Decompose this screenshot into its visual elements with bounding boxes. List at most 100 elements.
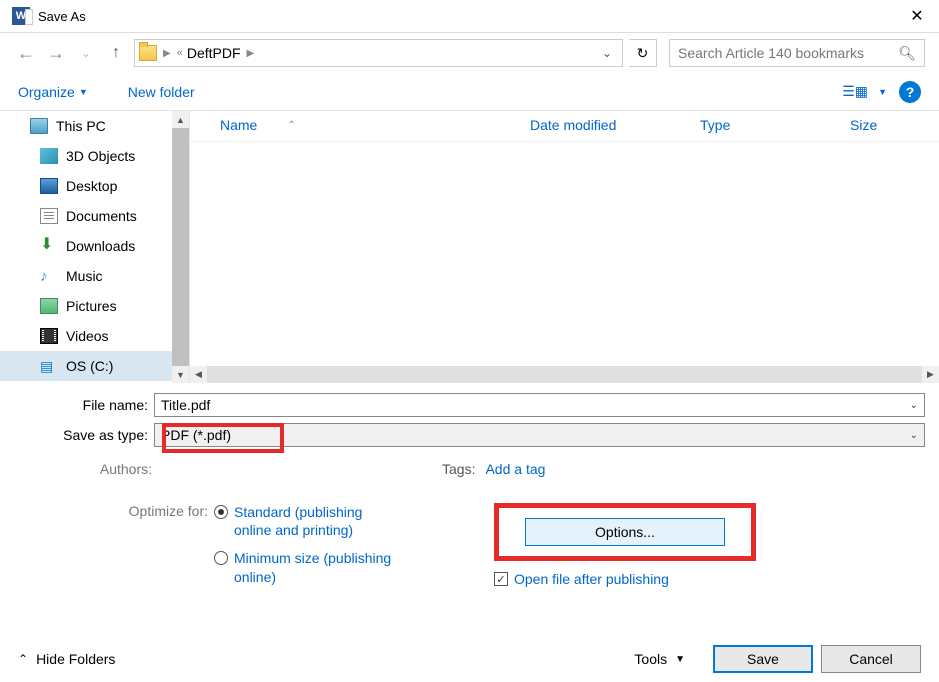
drive-icon: ▤ xyxy=(40,358,58,374)
titlebar: W Save As ✕ xyxy=(0,0,939,33)
downloads-icon: ⬇ xyxy=(40,238,58,254)
chevron-right-icon: ▶ xyxy=(245,48,257,59)
saveastype-label: Save as type: xyxy=(14,427,154,443)
saveastype-select[interactable]: PDF (*.pdf) ⌄ xyxy=(154,423,925,447)
sidebar-item-label: Desktop xyxy=(66,178,117,194)
dialog-title: Save As xyxy=(38,9,86,24)
navigation-bar: ← → ⌄ ↑ ▶ « DeftPDF ▶ ⌄ ↻ Search Article… xyxy=(0,33,939,73)
sidebar-item-label: Downloads xyxy=(66,238,135,254)
sidebar-item-desktop[interactable]: Desktop xyxy=(0,171,189,201)
column-name[interactable]: Name⌃ xyxy=(220,117,530,133)
scroll-up-button[interactable]: ▲ xyxy=(172,111,189,128)
sidebar-item-label: This PC xyxy=(56,118,106,134)
radio-minimum[interactable]: Minimum size (publishing online) xyxy=(214,549,394,585)
options-button[interactable]: Options... xyxy=(525,518,725,546)
file-list-header: Name⌃ Date modified Type Size xyxy=(190,111,939,142)
filename-input[interactable]: Title.pdf ⌄ xyxy=(154,393,925,417)
hide-folders-button[interactable]: ⌃ Hide Folders xyxy=(18,651,115,667)
cancel-button[interactable]: Cancel xyxy=(821,645,921,673)
sidebar-scrollbar[interactable]: ▲ ▼ xyxy=(172,111,189,383)
radio-standard[interactable]: Standard (publishing online and printing… xyxy=(214,503,394,539)
optimize-radio-group: Standard (publishing online and printing… xyxy=(214,503,394,587)
chevron-up-icon: ⌃ xyxy=(18,652,28,666)
sidebar-item-documents[interactable]: Documents xyxy=(0,201,189,231)
back-button[interactable]: ← xyxy=(14,43,38,64)
radio-label: Standard (publishing online and printing… xyxy=(234,503,394,539)
saveastype-value: PDF (*.pdf) xyxy=(161,427,231,443)
filename-row: File name: Title.pdf ⌄ xyxy=(14,393,925,417)
file-list: Name⌃ Date modified Type Size ◀ ▶ xyxy=(190,111,939,383)
pc-icon xyxy=(30,118,48,134)
form-area: File name: Title.pdf ⌄ Save as type: PDF… xyxy=(0,383,939,587)
checkbox-label: Open file after publishing xyxy=(514,571,669,587)
column-size[interactable]: Size xyxy=(850,117,877,133)
footer: ⌃ Hide Folders Tools ▼ Save Cancel xyxy=(0,636,939,682)
view-options-button[interactable]: ☰▦ xyxy=(844,83,866,101)
sort-caret-icon: ⌃ xyxy=(287,120,295,131)
sidebar-item-label: Pictures xyxy=(66,298,117,314)
radio-icon xyxy=(214,505,228,519)
sidebar-item-this-pc[interactable]: This PC xyxy=(0,111,189,141)
scroll-left-button[interactable]: ◀ xyxy=(190,366,207,383)
tools-menu[interactable]: Tools ▼ xyxy=(634,651,685,667)
breadcrumb-item[interactable]: DeftPDF xyxy=(187,45,241,61)
folder-icon xyxy=(139,45,157,61)
sidebar-item-3d-objects[interactable]: 3D Objects xyxy=(0,141,189,171)
column-date[interactable]: Date modified xyxy=(530,117,700,133)
sidebar-item-label: Documents xyxy=(66,208,137,224)
chevron-right-icon: ▶ xyxy=(161,48,173,59)
3d-icon xyxy=(40,148,58,164)
horizontal-scrollbar[interactable]: ◀ ▶ xyxy=(190,366,939,383)
address-bar[interactable]: ▶ « DeftPDF ▶ ⌄ xyxy=(134,39,623,67)
radio-icon xyxy=(214,551,228,565)
sidebar-item-label: 3D Objects xyxy=(66,148,135,164)
metadata-row: Authors: Tags: Add a tag xyxy=(14,453,925,481)
save-button[interactable]: Save xyxy=(713,645,813,673)
videos-icon xyxy=(40,328,58,344)
sidebar-item-os-c[interactable]: ▤ OS (C:) xyxy=(0,351,189,381)
refresh-button[interactable]: ↻ xyxy=(629,39,657,67)
sidebar-item-downloads[interactable]: ⬇ Downloads xyxy=(0,231,189,261)
scroll-down-button[interactable]: ▼ xyxy=(172,366,189,383)
open-after-checkbox[interactable]: ✓ Open file after publishing xyxy=(494,571,756,587)
sidebar-item-pictures[interactable]: Pictures xyxy=(0,291,189,321)
hide-folders-label: Hide Folders xyxy=(36,651,115,667)
h-scroll-thumb[interactable] xyxy=(207,366,922,383)
pictures-icon xyxy=(40,298,58,314)
main-area: This PC 3D Objects Desktop Documents ⬇ D… xyxy=(0,111,939,383)
chevron-down-icon[interactable]: ⌄ xyxy=(910,430,918,441)
desktop-icon xyxy=(40,178,58,194)
help-button[interactable]: ? xyxy=(899,81,921,103)
sidebar-item-videos[interactable]: Videos xyxy=(0,321,189,351)
column-type[interactable]: Type xyxy=(700,117,850,133)
sidebar-item-music[interactable]: ♪ Music xyxy=(0,261,189,291)
chevron-down-icon: ▼ xyxy=(79,87,88,97)
chevron-down-icon[interactable]: ⌄ xyxy=(910,400,918,411)
chevron-down-icon: ▼ xyxy=(675,654,685,665)
organize-menu[interactable]: Organize▼ xyxy=(18,84,88,100)
highlight-annotation: Options... xyxy=(494,503,756,561)
search-input[interactable]: Search Article 140 bookmarks 🔍︎ xyxy=(669,39,925,67)
authors-label: Authors: xyxy=(10,461,158,477)
view-dropdown[interactable]: ▼ xyxy=(878,87,887,97)
forward-button[interactable]: → xyxy=(44,43,68,64)
music-icon: ♪ xyxy=(40,268,58,284)
path-dropdown[interactable]: ⌄ xyxy=(602,46,618,60)
documents-icon xyxy=(40,208,58,224)
new-folder-button[interactable]: New folder xyxy=(128,84,195,100)
saveastype-row: Save as type: PDF (*.pdf) ⌄ xyxy=(14,423,925,447)
scroll-right-button[interactable]: ▶ xyxy=(922,366,939,383)
word-icon: W xyxy=(12,7,30,25)
sidebar-item-label: Music xyxy=(66,268,103,284)
toolbar: Organize▼ New folder ☰▦ ▼ ? xyxy=(0,73,939,111)
up-button[interactable]: ↑ xyxy=(104,44,128,62)
search-placeholder: Search Article 140 bookmarks xyxy=(678,45,864,61)
right-column: Options... ✓ Open file after publishing xyxy=(494,503,756,587)
recent-dropdown[interactable]: ⌄ xyxy=(74,46,98,60)
radio-label: Minimum size (publishing online) xyxy=(234,549,394,585)
checkbox-icon: ✓ xyxy=(494,572,508,586)
scroll-thumb[interactable] xyxy=(172,128,189,366)
close-button[interactable]: ✕ xyxy=(907,6,927,26)
add-tag-input[interactable]: Add a tag xyxy=(485,461,545,477)
tags-label: Tags: xyxy=(442,461,475,477)
